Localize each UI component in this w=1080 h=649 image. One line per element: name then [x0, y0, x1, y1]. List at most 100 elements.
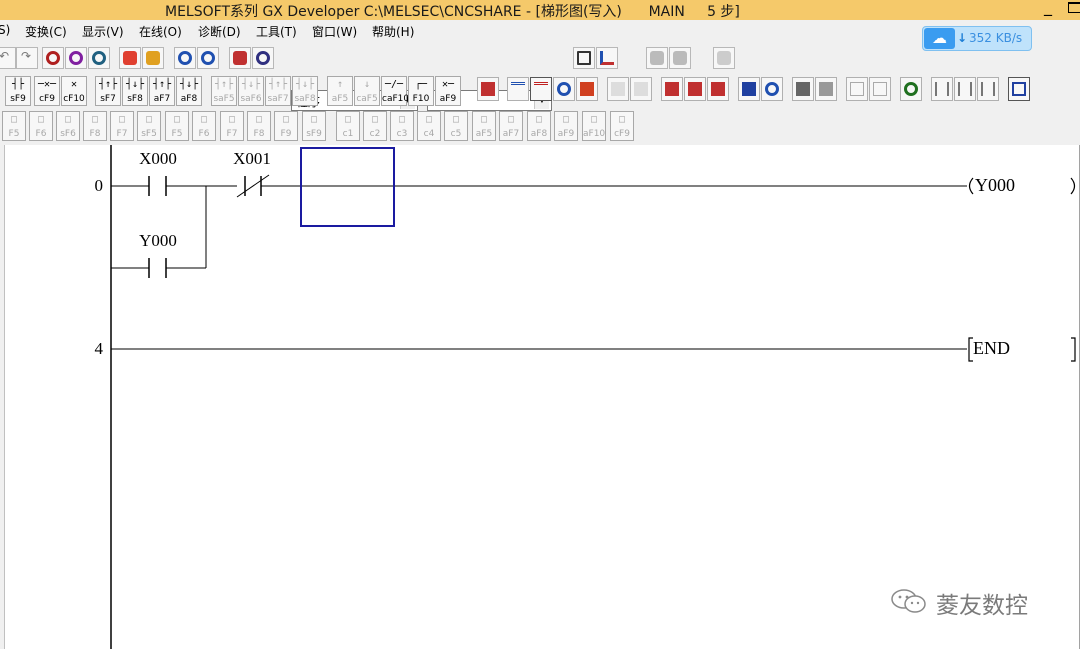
ladder-symbol-button[interactable]: ↓ caF5 — [354, 76, 380, 106]
step-number: 0 — [95, 176, 104, 195]
monitor-stop-icon[interactable] — [252, 47, 274, 69]
program-list-icon[interactable] — [573, 47, 595, 69]
ladder-symbol-button[interactable]: ┤↑├ saF7 — [265, 76, 291, 106]
edit-tool-button[interactable]: □ c3 — [390, 111, 414, 141]
note-edit-icon[interactable] — [707, 77, 729, 101]
menu-item-online[interactable]: 在线(O) — [139, 23, 182, 40]
device-memory-icon[interactable] — [713, 47, 735, 69]
undo-button[interactable]: ↶ — [0, 47, 16, 69]
minimize-button[interactable]: _ — [1044, 0, 1052, 15]
contact-no-x000[interactable]: X000 — [139, 149, 177, 196]
edit-tool-button[interactable]: □ aF10 — [582, 111, 606, 141]
edit-tool-button[interactable]: □ F7 — [220, 111, 244, 141]
shortcut-key-label: aF5 — [331, 94, 349, 104]
magnifier-icon[interactable] — [900, 77, 922, 101]
ladder-step-icon[interactable] — [977, 77, 999, 101]
zoom-out-icon[interactable] — [197, 47, 219, 69]
edit-tool-button[interactable]: □ sF5 — [137, 111, 161, 141]
zoom-in-icon[interactable] — [174, 47, 196, 69]
write-mode-icon[interactable] — [530, 77, 552, 101]
menu-item-tools[interactable]: 工具(T) — [256, 23, 297, 40]
ladder-symbol-button[interactable]: ┤↓├ saF8 — [292, 76, 318, 106]
network-param-icon[interactable] — [646, 47, 668, 69]
edit-tool-button[interactable]: □ c1 — [336, 111, 360, 141]
find-instruction-icon[interactable] — [65, 47, 87, 69]
redo-button[interactable]: ↷ — [16, 47, 38, 69]
end-instruction[interactable]: END — [968, 337, 1076, 362]
ladder-symbol-button[interactable]: ┤↓├ aF8 — [176, 76, 202, 106]
edit-tool-button[interactable]: □ c4 — [417, 111, 441, 141]
ladder-align-icon[interactable] — [954, 77, 976, 101]
comment-icon[interactable] — [607, 77, 629, 101]
find-device-icon[interactable] — [42, 47, 64, 69]
shortcut-key-label: cF9 — [39, 94, 55, 104]
edit-tool-button[interactable]: □ F6 — [192, 111, 216, 141]
menu-item-project[interactable]: S) — [0, 23, 10, 37]
monitor-icon[interactable] — [229, 47, 251, 69]
watermark-text: 菱友数控 — [936, 593, 1028, 619]
edit-tool-button[interactable]: □ aF9 — [554, 111, 578, 141]
ladder-editor[interactable]: 0 4 X000 X001 Y000 Y000 END — [4, 145, 1080, 649]
ladder-symbol-button[interactable]: ┤↓├ sF8 — [122, 76, 148, 106]
restore-button[interactable] — [1068, 2, 1080, 13]
edit-tool-icon: □ — [173, 114, 181, 125]
block-copy-icon[interactable] — [846, 77, 868, 101]
menu-item-diagnostics[interactable]: 诊断(D) — [198, 23, 241, 40]
ladder-symbol-button[interactable]: ✕ cF10 — [61, 76, 87, 106]
edit-tool-button[interactable]: □ sF6 — [56, 111, 80, 141]
ladder-symbol-button[interactable]: ─✕─ cF9 — [34, 76, 60, 106]
replace-instruction-icon[interactable] — [142, 47, 164, 69]
ladder-symbol-button[interactable]: ┤↑├ saF5 — [211, 76, 237, 106]
edit-tool-button[interactable]: □ c2 — [363, 111, 387, 141]
window-display-icon[interactable] — [1008, 77, 1030, 101]
edit-tool-button[interactable]: □ F7 — [110, 111, 134, 141]
label-icon[interactable] — [738, 77, 760, 101]
menu-item-help[interactable]: 帮助(H) — [372, 23, 414, 40]
contact-no-y000[interactable]: Y000 — [139, 231, 177, 278]
menu-item-window[interactable]: 窗口(W) — [312, 23, 357, 40]
ladder-symbol-button[interactable]: ─/─ caF10 — [381, 76, 409, 106]
statement-edit-icon[interactable] — [684, 77, 706, 101]
find-contact-coil-icon[interactable] — [88, 47, 110, 69]
ladder-symbol-button[interactable]: ┤↓├ saF6 — [238, 76, 264, 106]
monitor-mode-icon[interactable] — [553, 77, 575, 101]
monitor-write-icon[interactable] — [576, 77, 598, 101]
menu-item-view[interactable]: 显示(V) — [82, 23, 124, 40]
replace-device-icon[interactable] — [119, 47, 141, 69]
ladder-symbol-button[interactable]: ┌─ F10 — [408, 76, 434, 106]
ladder-symbol-button[interactable]: ┤↑├ sF7 — [95, 76, 121, 106]
tree-view-icon[interactable] — [596, 47, 618, 69]
edit-tool-button[interactable]: □ F9 — [274, 111, 298, 141]
convert-icon[interactable] — [477, 77, 499, 101]
edit-tool-button[interactable]: □ aF8 — [527, 111, 551, 141]
step-stop-icon[interactable] — [815, 77, 837, 101]
read-mode-icon[interactable] — [507, 77, 529, 101]
ladder-symbol-button[interactable]: ↑ aF5 — [327, 76, 353, 106]
edit-tool-button[interactable]: □ F5 — [2, 111, 26, 141]
ladder-compare-icon[interactable] — [931, 77, 953, 101]
edit-tool-button[interactable]: □ aF7 — [499, 111, 523, 141]
shortcut-key-label: sF6 — [60, 129, 76, 139]
device-comment-icon[interactable] — [661, 77, 683, 101]
coil-y000[interactable]: Y000 — [968, 175, 1076, 195]
edit-tool-button[interactable]: □ c5 — [444, 111, 468, 141]
edit-tool-button[interactable]: □ cF9 — [610, 111, 634, 141]
contact-nc-x001[interactable]: X001 — [233, 149, 271, 198]
edit-tool-button[interactable]: □ aF5 — [472, 111, 496, 141]
block-paste-icon[interactable] — [869, 77, 891, 101]
shortcut-key-label: c3 — [396, 129, 408, 139]
edit-tool-icon: □ — [480, 114, 488, 125]
menu-item-convert[interactable]: 变换(C) — [25, 23, 67, 40]
ladder-symbol-button[interactable]: ┤├ sF9 — [5, 76, 31, 106]
step-run-icon[interactable] — [792, 77, 814, 101]
edit-tool-button[interactable]: □ F5 — [165, 111, 189, 141]
cross-ref-icon[interactable] — [761, 77, 783, 101]
edit-tool-button[interactable]: □ F8 — [83, 111, 107, 141]
ladder-symbol-button[interactable]: ✕─ aF9 — [435, 76, 461, 106]
plc-param-icon[interactable] — [669, 47, 691, 69]
edit-tool-button[interactable]: □ F6 — [29, 111, 53, 141]
edit-tool-button[interactable]: □ sF9 — [302, 111, 326, 141]
edit-tool-button[interactable]: □ F8 — [247, 111, 271, 141]
statement-icon[interactable] — [630, 77, 652, 101]
ladder-symbol-button[interactable]: ┤↑├ aF7 — [149, 76, 175, 106]
